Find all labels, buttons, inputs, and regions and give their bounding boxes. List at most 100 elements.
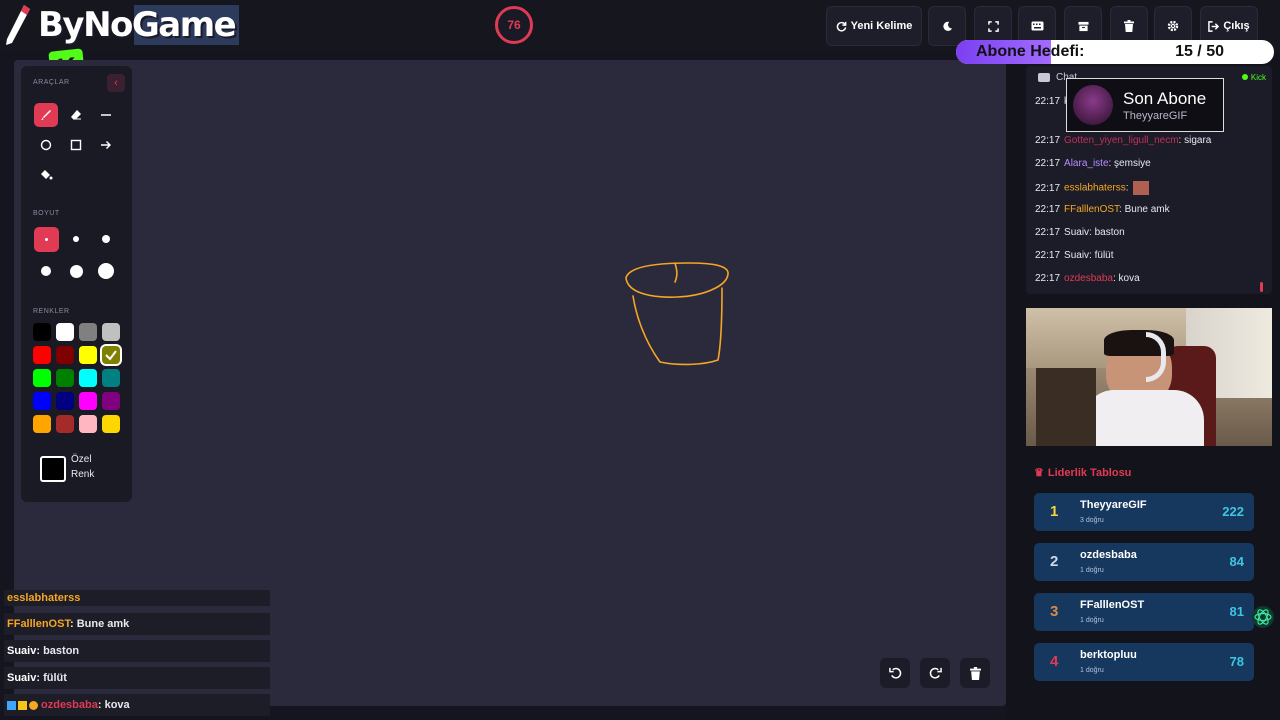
extension-icon[interactable] xyxy=(1252,606,1274,628)
color-swatch[interactable] xyxy=(33,415,51,433)
color-swatch[interactable] xyxy=(56,392,74,410)
tools-section-label: ARAÇLAR xyxy=(33,79,70,86)
color-swatch[interactable] xyxy=(79,323,97,341)
chat-time: 22:17 xyxy=(1035,182,1061,194)
color-swatch[interactable] xyxy=(102,323,120,341)
leaderboard-score: 84 xyxy=(1229,554,1244,569)
leaderboard-row: 3 FFalllenOST 1 doğru 81 xyxy=(1034,593,1254,631)
fullscreen-icon xyxy=(987,20,999,32)
redo-button[interactable] xyxy=(920,658,950,688)
chat-user: ozdesbaba xyxy=(1064,273,1113,284)
overlay-chat-user: FFalllenOST xyxy=(7,618,70,630)
undo-button[interactable] xyxy=(880,658,910,688)
leaderboard-row: 4 berktopluu 1 doğru 78 xyxy=(1034,643,1254,681)
rectangle-tool[interactable] xyxy=(64,133,88,157)
color-swatch[interactable] xyxy=(102,369,120,387)
chat-time: 22:17 xyxy=(1035,227,1061,238)
new-word-button[interactable]: Yeni Kelime xyxy=(826,6,922,46)
size-dot-icon xyxy=(98,263,114,279)
chat-time: 22:17 xyxy=(1035,96,1061,107)
color-swatch[interactable] xyxy=(33,346,51,364)
gear-icon xyxy=(1167,20,1179,32)
fill-tool[interactable] xyxy=(34,163,58,187)
subscriber-goal-label: Abone Hedefi: xyxy=(976,43,1085,60)
moon-icon xyxy=(942,21,952,31)
paint-bucket-icon xyxy=(40,170,52,180)
chat-scrollbar[interactable] xyxy=(1260,282,1263,292)
arrow-right-icon xyxy=(101,141,111,149)
webcam-feed xyxy=(1026,308,1272,446)
leaderboard-rank: 2 xyxy=(1050,553,1059,570)
subscriber-avatar xyxy=(1073,85,1113,125)
square-icon xyxy=(70,139,82,151)
color-swatch[interactable] xyxy=(33,323,51,341)
subscriber-goal-bar: Abone Hedefi: 15 / 50 xyxy=(956,40,1274,64)
chat-message: 22:17 Alara_iste: şemsiye xyxy=(1035,158,1151,169)
overlay-chat-message: : fülüt xyxy=(36,672,67,684)
gift-badge-icon xyxy=(29,700,38,710)
color-swatch[interactable] xyxy=(33,369,51,387)
collapse-tools-button[interactable]: ‹ xyxy=(107,74,125,92)
circle-icon xyxy=(40,139,52,151)
chat-text: : Bune amk xyxy=(1119,204,1170,215)
circle-tool[interactable] xyxy=(34,133,58,157)
line-icon xyxy=(101,114,111,116)
logo-text: ByNoGame xyxy=(34,5,240,45)
eraser-tool[interactable] xyxy=(64,103,88,127)
overlay-chat-row: ozdesbaba: kova xyxy=(4,694,270,716)
archive-icon xyxy=(1077,21,1089,31)
color-swatch[interactable] xyxy=(56,369,74,387)
size-dot-icon xyxy=(102,235,110,243)
custom-color-button[interactable] xyxy=(40,456,66,482)
check-icon xyxy=(105,350,117,361)
custom-color-label-line1: Özel xyxy=(71,454,92,465)
live-dot-icon xyxy=(1241,74,1248,80)
leaderboard-name: FFalllenOST xyxy=(1080,599,1145,611)
color-swatch[interactable] xyxy=(56,415,74,433)
size-option-1[interactable] xyxy=(34,227,59,252)
chat-text: : baston xyxy=(1089,227,1125,238)
webcam-person-shirt xyxy=(1084,390,1204,446)
leaderboard-title: ♛ Liderlik Tablosu xyxy=(1034,466,1131,479)
leaderboard-rank: 4 xyxy=(1050,653,1059,670)
color-swatch[interactable] xyxy=(79,346,97,364)
eraser-icon xyxy=(71,110,81,120)
leaderboard-name: berktopluu xyxy=(1080,649,1137,661)
color-swatch[interactable] xyxy=(56,323,74,341)
size-option-5[interactable] xyxy=(64,259,88,283)
crown-icon: ♛ xyxy=(1034,467,1044,479)
trash-icon xyxy=(969,666,981,680)
emote-icon xyxy=(1132,181,1149,195)
size-option-4[interactable] xyxy=(34,259,58,283)
crown-badge-icon xyxy=(18,700,27,710)
leaderboard-row: 1 TheyyareGIF 3 doğru 222 xyxy=(1034,493,1254,531)
color-swatch[interactable] xyxy=(33,392,51,410)
redo-icon xyxy=(929,667,942,679)
chat-user: Alara_iste xyxy=(1064,158,1109,169)
color-swatch[interactable] xyxy=(56,346,74,364)
size-option-2[interactable] xyxy=(64,227,88,251)
line-tool[interactable] xyxy=(94,103,118,127)
overlay-chat-user: esslabhaterss xyxy=(7,592,81,604)
chat-message: 22:17 Suaiv: baston xyxy=(1035,227,1125,238)
chat-user: Suaiv xyxy=(1064,250,1090,261)
color-swatch[interactable] xyxy=(79,369,97,387)
arrow-tool[interactable] xyxy=(94,133,118,157)
brush-tool[interactable] xyxy=(34,103,58,127)
color-swatch[interactable] xyxy=(102,392,120,410)
size-option-6[interactable] xyxy=(94,259,118,283)
size-dot-icon xyxy=(69,264,83,278)
chevron-left-icon: ‹ xyxy=(114,77,118,89)
color-swatch[interactable] xyxy=(102,415,120,433)
clear-canvas-button[interactable] xyxy=(960,658,990,688)
undo-icon xyxy=(888,667,901,679)
color-swatch[interactable] xyxy=(79,415,97,433)
color-swatch[interactable] xyxy=(79,392,97,410)
drawing-canvas[interactable] xyxy=(14,60,1006,706)
color-swatch[interactable] xyxy=(102,346,120,364)
colors-section-label: RENKLER xyxy=(33,308,70,315)
chat-message: 22:17 ozdesbaba: kova xyxy=(1035,273,1140,284)
last-subscriber-box: Son Abone TheyyareGIF xyxy=(1066,78,1224,132)
size-option-3[interactable] xyxy=(94,227,118,251)
exit-label: Çıkış xyxy=(1223,20,1250,32)
